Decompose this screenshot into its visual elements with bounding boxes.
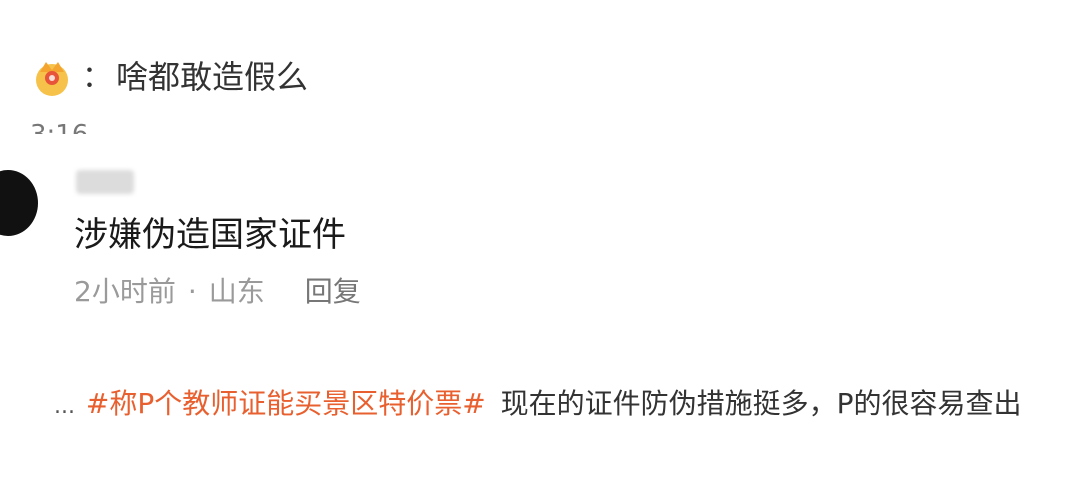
reply-meta: 2小时前 · 山东 回复 (74, 272, 361, 312)
meta-separator: · (187, 275, 197, 308)
snippet-text: 现在的证件防伪措施挺多，P的很容易查出 (500, 387, 1022, 420)
reply-text: 涉嫌伪造国家证件 (74, 215, 346, 255)
blurred-username (76, 170, 134, 194)
reply-location: 山东 (208, 275, 265, 308)
reply-time: 2小时前 (74, 275, 176, 308)
hashtag-link[interactable]: #称P个教师证能买景区特价票# (86, 387, 486, 420)
top-comment-time: 3:16 (30, 120, 88, 134)
truncation-ellipsis: ... (54, 394, 75, 419)
top-comment-text: 啥都敢造假么 (116, 58, 309, 96)
avatar[interactable] (0, 170, 38, 236)
reply-button[interactable]: 回复 (305, 272, 361, 312)
comment-colon: ： (82, 60, 112, 95)
emoji-sticker-icon (32, 58, 72, 98)
post-snippet: ... #称P个教师证能买景区特价票# 现在的证件防伪措施挺多，P的很容易查出 (54, 384, 1022, 427)
